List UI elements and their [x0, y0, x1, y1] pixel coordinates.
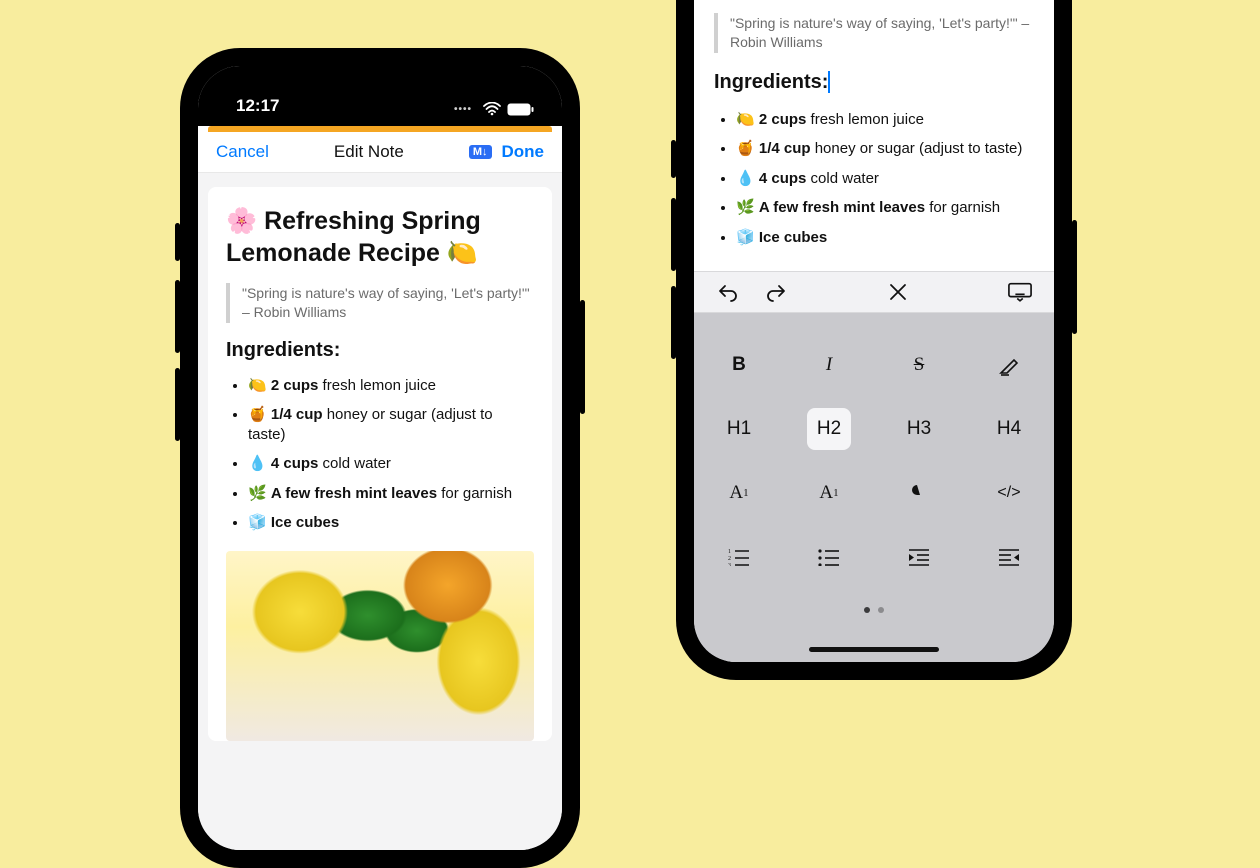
h2-button[interactable]: H2	[807, 408, 851, 450]
recipe-image	[226, 551, 534, 741]
list-item[interactable]: 🌿 A few fresh mint leaves for garnish	[736, 198, 1034, 218]
phone-left: 12:17 •••• Cancel Edit Note M↓ Done	[180, 48, 580, 868]
ordered-list-button[interactable]: 123	[717, 536, 761, 578]
h1-button[interactable]: H1	[717, 408, 761, 450]
list-item[interactable]: 💧 4 cups cold water	[736, 169, 1034, 189]
status-bar: 12:17 ••••	[198, 66, 562, 126]
strikethrough-button[interactable]: S	[897, 344, 941, 386]
keyboard-toggle-button[interactable]	[1008, 280, 1032, 304]
note-card: 🌸 Refreshing Spring Lemonade Recipe 🍋 "S…	[208, 187, 552, 741]
superscript-button[interactable]: A1	[807, 472, 851, 514]
h4-button[interactable]: H4	[987, 408, 1031, 450]
note-scroll-area[interactable]: 🌸 Refreshing Spring Lemonade Recipe 🍋 "S…	[198, 173, 562, 850]
bold-button[interactable]: B	[717, 344, 761, 386]
list-item[interactable]: 🧊 Ice cubes	[736, 228, 1034, 248]
power-button	[580, 300, 585, 414]
ingredients-heading: Ingredients:	[714, 71, 828, 94]
note-title[interactable]: 🌸 Refreshing Spring Lemonade Recipe 🍋	[226, 205, 534, 269]
format-row-headings: H1 H2 H3 H4	[694, 405, 1054, 453]
list-item[interactable]: 🍋 2 cups fresh lemon juice	[248, 376, 534, 396]
redo-button[interactable]	[764, 280, 788, 304]
home-indicator[interactable]	[809, 647, 939, 652]
volume-up-button	[175, 280, 180, 353]
wifi-icon	[483, 102, 501, 116]
nav-bar: Cancel Edit Note M↓ Done	[198, 132, 562, 173]
phone-right: Lemonade Recipe 🍋 "Spring is nature's wa…	[676, 0, 1072, 680]
undo-button[interactable]	[716, 280, 740, 304]
phone-right-screen: Lemonade Recipe 🍋 "Spring is nature's wa…	[694, 0, 1054, 662]
markdown-badge-icon[interactable]: M↓	[469, 145, 492, 159]
list-item[interactable]: 🍋 2 cups fresh lemon juice	[736, 110, 1034, 130]
clock: 12:17	[236, 96, 279, 116]
status-icons: ••••	[454, 102, 534, 116]
page-dots[interactable]	[694, 607, 1054, 613]
subscript-button[interactable]: A1	[717, 472, 761, 514]
ingredients-heading-line[interactable]: Ingredients:	[714, 71, 1034, 94]
battery-icon	[507, 103, 534, 116]
done-button[interactable]: Done	[502, 142, 545, 162]
cancel-button[interactable]: Cancel	[216, 142, 269, 162]
cell-signal-icon: ••••	[454, 104, 472, 115]
list-item[interactable]: 💧 4 cups cold water	[248, 454, 534, 474]
phone-left-screen: 12:17 •••• Cancel Edit Note M↓ Done	[198, 66, 562, 850]
list-item[interactable]: 🍯 1/4 cup honey or sugar (adjust to tast…	[248, 405, 534, 444]
format-panel: B I S H1 H2 H3 H4 A1 A1 </>	[694, 313, 1054, 662]
indent-button[interactable]	[897, 536, 941, 578]
format-row-style: B I S	[694, 341, 1054, 389]
paragraph-button[interactable]	[897, 472, 941, 514]
block-quote[interactable]: "Spring is nature's way of saying, 'Let'…	[714, 13, 1034, 53]
ingredients-list[interactable]: 🍋 2 cups fresh lemon juice 🍯 1/4 cup hon…	[226, 376, 534, 533]
list-item[interactable]: 🍯 1/4 cup honey or sugar (adjust to tast…	[736, 139, 1034, 159]
ingredients-heading[interactable]: Ingredients:	[226, 339, 534, 362]
block-quote[interactable]: "Spring is nature's way of saying, 'Let'…	[226, 283, 534, 323]
code-button[interactable]: </>	[987, 472, 1031, 514]
svg-text:1: 1	[728, 549, 731, 555]
page-dot-2	[878, 607, 884, 613]
silent-switch	[671, 140, 676, 178]
volume-down-button	[671, 286, 676, 359]
page-dot-1	[864, 607, 870, 613]
volume-down-button	[175, 368, 180, 441]
silent-switch	[175, 223, 180, 261]
highlight-button[interactable]	[987, 344, 1031, 386]
outdent-button[interactable]	[987, 536, 1031, 578]
format-row-lists: 123	[694, 533, 1054, 581]
keyboard-toolbar	[694, 271, 1054, 313]
format-row-script: A1 A1 </>	[694, 469, 1054, 517]
ingredients-list[interactable]: 🍋 2 cups fresh lemon juice 🍯 1/4 cup hon…	[714, 110, 1034, 248]
nav-title: Edit Note	[334, 142, 404, 162]
svg-text:3: 3	[728, 563, 731, 566]
svg-text:2: 2	[728, 556, 731, 562]
unordered-list-button[interactable]	[807, 536, 851, 578]
list-item[interactable]: 🌿 A few fresh mint leaves for garnish	[248, 484, 534, 504]
h3-button[interactable]: H3	[897, 408, 941, 450]
italic-button[interactable]: I	[807, 344, 851, 386]
power-button	[1072, 220, 1077, 334]
note-scroll-area[interactable]: Lemonade Recipe 🍋 "Spring is nature's wa…	[694, 0, 1054, 271]
volume-up-button	[671, 198, 676, 271]
close-button[interactable]	[886, 280, 910, 304]
list-item[interactable]: 🧊 Ice cubes	[248, 513, 534, 533]
text-cursor	[828, 71, 830, 93]
